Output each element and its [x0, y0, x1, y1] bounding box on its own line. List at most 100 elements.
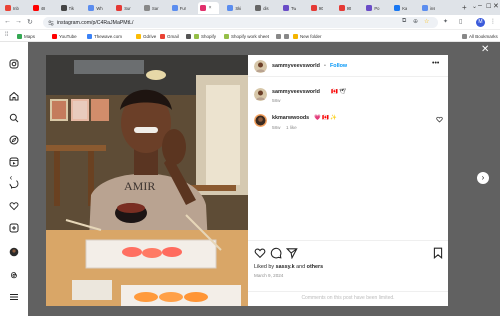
comment-icon[interactable] — [270, 247, 282, 259]
share-icon[interactable] — [285, 247, 298, 260]
browser-tab[interactable]: Sar — [142, 2, 163, 14]
post-date[interactable]: March 9, 2024 — [254, 273, 283, 278]
facebook-icon — [394, 5, 401, 11]
browser-tab[interactable]: 48 — [31, 2, 52, 14]
comment-time[interactable]: 58w — [272, 125, 280, 130]
post-photo[interactable]: AMIR — [46, 55, 248, 306]
liked-by-user[interactable]: sassy.k — [276, 264, 295, 270]
extensions-icon[interactable]: ✦ — [443, 18, 448, 25]
browser-tab[interactable]: × — [197, 2, 219, 14]
caption-text: 🇨🇦 🕊 — [331, 89, 347, 95]
threads-icon[interactable] — [9, 270, 19, 280]
page-icon — [255, 5, 262, 11]
more-menu-icon[interactable] — [9, 292, 19, 302]
comment-likes[interactable]: 1 like — [286, 125, 297, 130]
forward-icon[interactable]: → — [15, 18, 22, 25]
browser-tab[interactable]: Inb — [3, 2, 24, 14]
site-info-icon[interactable] — [48, 20, 54, 26]
search-icon[interactable] — [9, 113, 19, 123]
all-bookmarks[interactable]: All Bookmarks — [462, 32, 498, 40]
bookmark-item[interactable]: YouTube — [52, 32, 77, 40]
browser-tab-label: Po — [374, 5, 380, 11]
caption-author[interactable]: sammyveevsworld — [272, 89, 320, 95]
browser-tab[interactable]: ins — [420, 2, 441, 14]
bookmark-item[interactable]: Gdrive — [136, 32, 156, 40]
post-header: sammyveevsworld • Follow ••• — [248, 55, 448, 77]
close-icon[interactable]: ✕ — [481, 44, 489, 55]
explore-icon[interactable] — [9, 135, 19, 145]
previous-post-button[interactable]: ‹ — [5, 172, 17, 184]
cast-icon[interactable]: ⧉ — [402, 18, 406, 25]
tab-close-icon[interactable]: × — [209, 5, 212, 11]
post-panel: sammyveevsworld • Follow ••• sammyveevsw… — [248, 55, 448, 306]
bookmark-item[interactable]: Shopify work sheet — [224, 32, 269, 40]
profile-icon[interactable] — [9, 247, 19, 257]
bookmark-item[interactable]: Gmail — [160, 32, 179, 40]
browser-tab[interactable]: Tik — [59, 2, 80, 14]
profile-avatar[interactable]: M — [476, 18, 485, 27]
instagram-logo-icon[interactable] — [9, 59, 19, 69]
bookmark-star-icon[interactable]: ☆ — [424, 18, 429, 25]
maximize-icon[interactable]: ☐ — [486, 3, 491, 10]
bookmark-item[interactable]: Shopify — [194, 32, 216, 40]
back-icon[interactable]: ← — [4, 18, 11, 25]
browser-tab[interactable]: Sur — [114, 2, 135, 14]
browser-tab-label: Wh — [96, 5, 103, 11]
commenter-username[interactable]: kkmarwwoods — [272, 115, 309, 121]
browser-tab-label: 48 — [40, 5, 46, 11]
zoom-icon[interactable]: ⊕ — [413, 18, 418, 25]
bookmark-label: YouTube — [59, 33, 77, 39]
caption-time[interactable]: 58w — [272, 98, 280, 103]
home-icon[interactable] — [9, 91, 19, 101]
bookmark-favicon-icon — [293, 33, 298, 39]
bookmark-item[interactable]: Maps — [17, 32, 35, 40]
browser-tab[interactable]: dis — [253, 2, 274, 14]
bookmark-item[interactable] — [186, 32, 193, 40]
new-tab-button[interactable]: + — [462, 3, 467, 12]
browser-menu-icon[interactable]: ⋮ — [490, 18, 496, 25]
create-icon[interactable] — [9, 223, 19, 233]
browser-tab[interactable]: Tw — [281, 2, 302, 14]
bookmark-item[interactable] — [276, 32, 283, 40]
side-panel-icon[interactable]: ▯ — [459, 18, 462, 25]
browser-tab[interactable]: Ka — [392, 2, 413, 14]
post-options-icon[interactable]: ••• — [432, 60, 439, 67]
reels-icon[interactable] — [9, 157, 19, 167]
page-icon — [171, 5, 178, 11]
browser-tab-label: Tik — [68, 5, 75, 11]
bookmark-item[interactable] — [284, 32, 291, 40]
caption-author-avatar[interactable] — [254, 88, 267, 101]
save-bookmark-icon[interactable] — [432, 247, 444, 259]
follow-button[interactable]: Follow — [330, 63, 347, 69]
comment-like-heart-icon[interactable] — [436, 116, 443, 125]
browser-tab[interactable]: Po — [364, 2, 385, 14]
page-icon — [227, 5, 234, 11]
next-post-button[interactable]: › — [477, 172, 489, 184]
bookmark-favicon-icon — [276, 33, 281, 39]
bookmark-item[interactable]: New folder — [293, 32, 322, 40]
browser-tab-label: dis — [263, 5, 269, 11]
notifications-heart-icon[interactable] — [9, 201, 19, 211]
browser-tab[interactable]: Wh — [86, 2, 107, 14]
header-separator: • — [324, 63, 326, 69]
author-avatar[interactable] — [254, 60, 267, 73]
author-username[interactable]: sammyveevsworld — [272, 63, 320, 69]
browser-tab[interactable]: Fur — [170, 2, 191, 14]
tab-search-icon[interactable]: ⌄ — [472, 3, 477, 10]
minimize-icon[interactable]: – — [478, 2, 482, 9]
browser-tab[interactable]: Ski — [225, 2, 246, 14]
reload-icon[interactable]: ↻ — [27, 18, 33, 26]
liked-by-others[interactable]: others — [307, 264, 323, 270]
browser-tab[interactable]: 90 — [309, 2, 330, 14]
address-bar[interactable]: instagram.com/p/C4RaJMaPMtL/ — [43, 17, 438, 28]
google-icon — [144, 5, 150, 11]
browser-tab-label: Tw — [291, 5, 297, 11]
commenter-avatar[interactable] — [254, 114, 267, 127]
browser-tab[interactable]: 90 — [337, 2, 358, 14]
apps-grid-icon[interactable]: ⁞⁞ — [5, 32, 8, 38]
bookmark-item[interactable]: Thewave.com — [87, 32, 122, 40]
like-heart-icon[interactable] — [254, 247, 266, 259]
bookmark-favicon-icon — [17, 33, 22, 39]
window-close-icon[interactable]: ✕ — [493, 2, 499, 10]
gmail-icon — [5, 5, 11, 11]
